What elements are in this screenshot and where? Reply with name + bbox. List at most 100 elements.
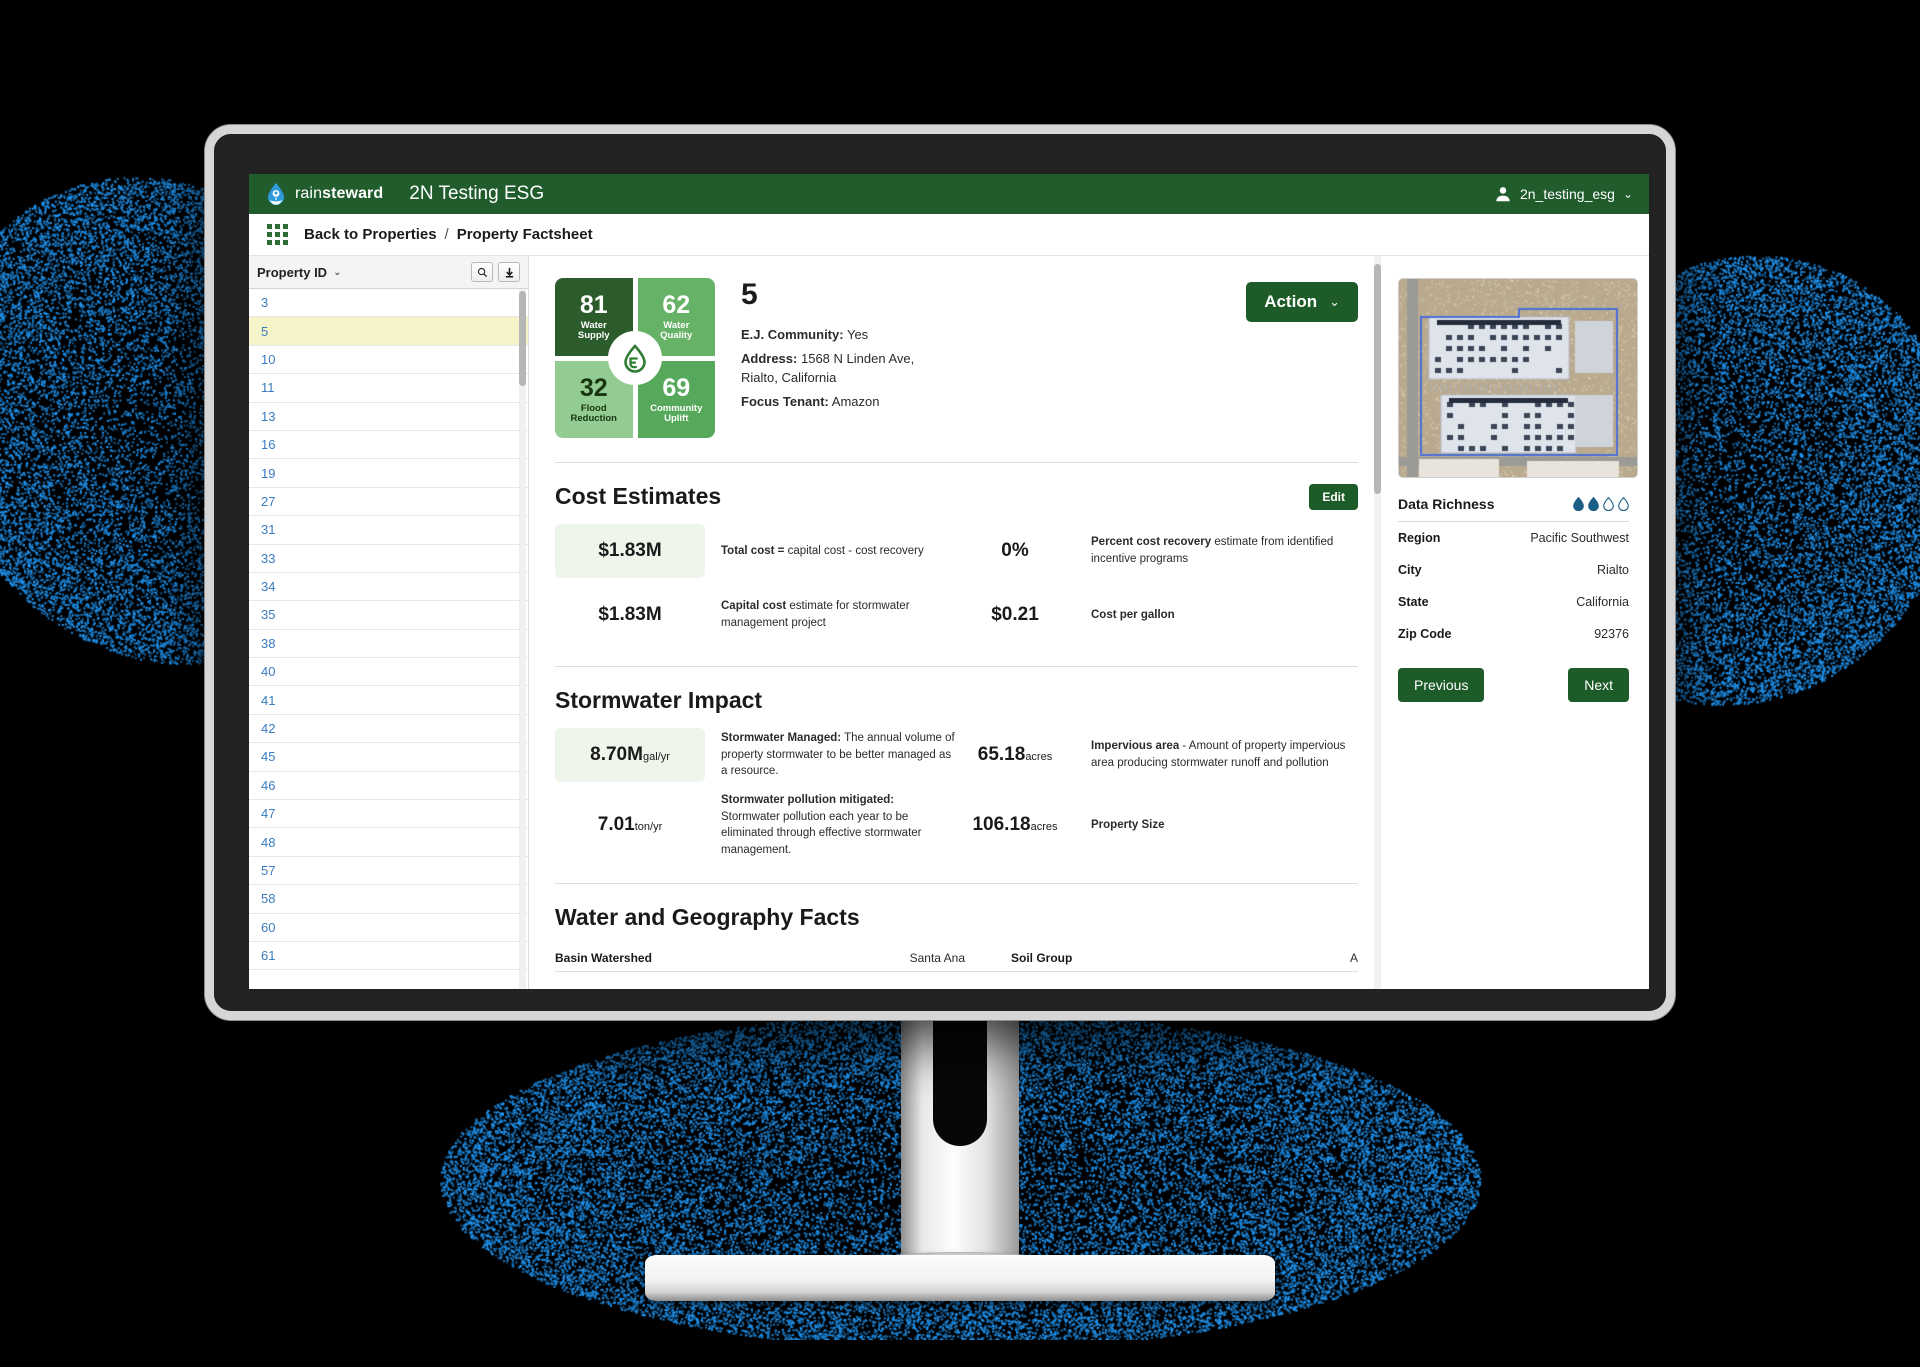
monitor-stand-slot <box>933 1018 987 1146</box>
edit-button[interactable]: Edit <box>1309 484 1358 510</box>
brand-prefix: rain <box>295 185 322 202</box>
property-id-row[interactable]: 3 <box>249 289 528 317</box>
property-id-row[interactable]: 11 <box>249 374 528 402</box>
water-drop-empty-icon <box>1618 497 1629 511</box>
geo-row: Basin Watershed Santa Ana Soil Group A <box>555 945 1358 972</box>
cost-estimates-rows: $1.83M Total cost = capital cost - cost r… <box>555 524 1358 642</box>
property-id-row[interactable]: 60 <box>249 914 528 942</box>
app-grid-icon[interactable] <box>267 224 288 245</box>
fact-description: Capital cost estimate for stormwater man… <box>705 598 955 631</box>
breadcrumb: Back to Properties / Property Factsheet <box>304 226 593 243</box>
fact-description-secondary: Property Size <box>1075 817 1358 834</box>
property-id-row[interactable]: 48 <box>249 828 528 856</box>
property-id-row[interactable]: 47 <box>249 800 528 828</box>
water-drop-filled-icon <box>1573 497 1584 511</box>
property-id-row[interactable]: 57 <box>249 857 528 885</box>
property-meta: E.J. Community: Yes Address: 1568 N Lind… <box>741 326 1220 411</box>
stormwater-impact-rows: 8.70Mgal/yr Stormwater Managed: The annua… <box>555 728 1358 859</box>
property-id-row[interactable]: 41 <box>249 686 528 714</box>
data-richness-label: Data Richness <box>1398 496 1494 512</box>
property-id-row[interactable]: 61 <box>249 942 528 970</box>
property-id-row[interactable]: 45 <box>249 743 528 771</box>
property-id-row[interactable]: 31 <box>249 516 528 544</box>
previous-button[interactable]: Previous <box>1398 668 1484 702</box>
content-scrollbar-thumb[interactable] <box>1374 264 1381 494</box>
brand-name: rainsteward <box>295 185 383 203</box>
property-id-row[interactable]: 13 <box>249 403 528 431</box>
score-label: Water Quality <box>660 321 692 342</box>
address-line1: 1568 N Linden Ave, <box>801 351 914 366</box>
score-label: Flood Reduction <box>571 404 617 425</box>
property-id-row[interactable]: 16 <box>249 431 528 459</box>
score-label-line2: Supply <box>578 330 610 341</box>
property-id-row[interactable]: 19 <box>249 459 528 487</box>
fact-value2-number: 0% <box>1001 540 1028 561</box>
property-id-row[interactable]: 38 <box>249 630 528 658</box>
property-id-column-header[interactable]: Property ID <box>257 265 327 280</box>
detail-value: Pacific Southwest <box>1530 531 1629 545</box>
stormwater-impact-title: Stormwater Impact <box>555 687 762 714</box>
divider <box>555 462 1358 463</box>
property-id-row[interactable]: 46 <box>249 772 528 800</box>
fact-desc-bold: Stormwater Managed: <box>721 732 841 744</box>
property-hero: 81 Water Supply 62 Water Quality 32 Floo… <box>555 278 1358 438</box>
property-id-row[interactable]: 10 <box>249 346 528 374</box>
ej-community-value: Yes <box>847 327 868 342</box>
property-id-row[interactable]: 5 <box>249 317 528 345</box>
property-id-row[interactable]: 42 <box>249 715 528 743</box>
breadcrumb-separator: / <box>445 226 449 243</box>
score-value: 62 <box>662 292 690 319</box>
fact-value-secondary: 0% <box>955 540 1075 562</box>
next-button[interactable]: Next <box>1568 668 1629 702</box>
fact-description: Total cost = capital cost - cost recover… <box>705 543 955 560</box>
user-avatar-icon <box>1494 185 1512 203</box>
download-arrow-icon[interactable] <box>498 262 520 282</box>
fact-description: Stormwater pollution mitigated: Stormwat… <box>705 792 955 859</box>
score-label-line2: Quality <box>660 330 692 341</box>
score-label-line2: Reduction <box>571 413 617 424</box>
pagination-controls: Previous Next <box>1398 668 1629 702</box>
property-id-row[interactable]: 27 <box>249 488 528 516</box>
data-richness-drops <box>1573 497 1629 511</box>
fact-value-unit: ton/yr <box>635 821 663 833</box>
user-menu[interactable]: 2n_testing_esg ⌄ <box>1494 185 1633 203</box>
fact-description-secondary: Percent cost recovery estimate from iden… <box>1075 534 1358 567</box>
rainsteward-leaf-drop-icon <box>611 334 659 382</box>
detail-row: State California <box>1398 586 1629 618</box>
breadcrumb-back-to-properties[interactable]: Back to Properties <box>304 226 437 243</box>
fact-value2-number: $0.21 <box>991 604 1039 625</box>
list-scrollbar-thumb[interactable] <box>519 291 526 386</box>
ej-community-row: E.J. Community: Yes <box>741 326 1220 345</box>
brand-suffix: steward <box>322 185 383 202</box>
water-geography-title: Water and Geography Facts <box>555 904 860 931</box>
property-id-row[interactable]: 40 <box>249 658 528 686</box>
divider <box>555 883 1358 884</box>
action-button[interactable]: Action ⌄ <box>1246 282 1358 322</box>
search-icon[interactable] <box>471 262 493 282</box>
cost-estimates-title: Cost Estimates <box>555 483 721 510</box>
property-id-row[interactable]: 35 <box>249 601 528 629</box>
property-id-row[interactable]: 33 <box>249 545 528 573</box>
property-id-row[interactable]: 34 <box>249 573 528 601</box>
score-value: 69 <box>662 375 690 402</box>
water-drop-empty-icon <box>1603 497 1614 511</box>
fact-desc2-bold: Impervious area <box>1091 740 1179 752</box>
ej-community-label: E.J. Community: <box>741 327 844 342</box>
fact-value-secondary: 65.18acres <box>955 744 1075 766</box>
property-id-list[interactable]: 3 5 10 11 13 16 19 27 31 33 34 35 38 40 41 42 45 46 47 48 57… <box>249 289 528 989</box>
factsheet-content: 81 Water Supply 62 Water Quality 32 Floo… <box>529 256 1384 989</box>
chevron-down-icon[interactable]: ⌄ <box>333 267 341 278</box>
water-geography-rows: Basin Watershed Santa Ana Soil Group A <box>555 945 1358 972</box>
divider <box>555 666 1358 667</box>
fact-desc-bold: Total cost = <box>721 545 784 557</box>
detail-key: Zip Code <box>1398 627 1451 641</box>
fact-row: $1.83M Capital cost estimate for stormwat… <box>555 588 1358 642</box>
address-line2: Rialto, California <box>741 370 836 385</box>
user-name: 2n_testing_esg <box>1520 186 1615 202</box>
fact-desc2-bold: Cost per gallon <box>1091 609 1175 621</box>
detail-value: Rialto <box>1597 563 1629 577</box>
property-id-rows: 3 5 10 11 13 16 19 27 31 33 34 35 38 40 41 42 45 46 47 48 57… <box>249 289 528 970</box>
water-geography-header: Water and Geography Facts <box>555 904 1358 931</box>
chevron-down-icon: ⌄ <box>1623 187 1633 201</box>
property-id-row[interactable]: 58 <box>249 885 528 913</box>
